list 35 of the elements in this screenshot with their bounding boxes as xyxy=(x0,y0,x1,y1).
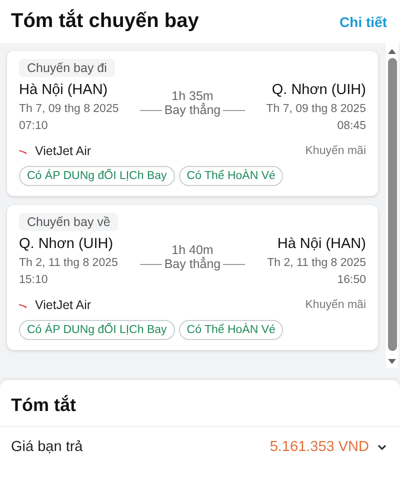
fare-type: Khuyến mãi xyxy=(305,299,366,311)
price-label: Giá bạn trả xyxy=(11,439,84,455)
details-link[interactable]: Chi tiết xyxy=(340,14,387,30)
airline-logo-icon xyxy=(19,302,27,308)
flight-direction-label: Chuyến bay về xyxy=(19,213,118,231)
fare-type: Khuyến mãi xyxy=(305,145,366,157)
flight-direction-label: Chuyến bay đi xyxy=(19,59,115,77)
total-price: 5.161.353 VND xyxy=(270,439,369,455)
policy-tag: Có ÁP DUNg đỔI LỊCh Bay xyxy=(19,166,175,186)
departure-time: 15:10 xyxy=(19,273,49,288)
stops-text: Bay thẳng xyxy=(164,103,221,117)
airline-logo-icon xyxy=(19,148,27,154)
stops-text: Bay thẳng xyxy=(164,257,221,271)
departure-city: Q. Nhơn (UIH) xyxy=(19,236,114,252)
departure-date: Th 7, 09 thg 8 2025 xyxy=(19,102,119,117)
departure-city: Hà Nội (HAN) xyxy=(19,82,109,98)
chevron-down-icon[interactable] xyxy=(377,444,387,450)
flight-duration: 1h 40m xyxy=(172,243,214,257)
arrival-date: Th 2, 11 thg 8 2025 xyxy=(267,256,366,271)
policy-tag: Có Thể HoÀN Vé xyxy=(178,166,284,186)
arrival-city: Hà Nội (HAN) xyxy=(277,236,366,252)
flight-duration: 1h 35m xyxy=(172,89,214,103)
airline-name: VietJet Air xyxy=(35,298,92,312)
arrival-date: Th 7, 09 thg 8 2025 xyxy=(266,102,366,117)
departure-time: 07:10 xyxy=(19,119,49,134)
arrival-city: Q. Nhơn (UIH) xyxy=(272,82,366,98)
policy-tag: Có Thể HoÀN Vé xyxy=(178,320,284,340)
scrollbar[interactable] xyxy=(386,43,398,368)
arrival-time: 08:45 xyxy=(337,119,366,134)
policy-tag: Có ÁP DUNg đỔI LỊCh Bay xyxy=(19,320,175,340)
airline-name: VietJet Air xyxy=(35,144,92,158)
arrival-time: 16:50 xyxy=(337,273,366,288)
summary-title: Tóm tắt xyxy=(11,395,76,415)
page-title: Tóm tắt chuyến bay xyxy=(11,10,199,33)
departure-date: Th 2, 11 thg 8 2025 xyxy=(19,256,118,271)
